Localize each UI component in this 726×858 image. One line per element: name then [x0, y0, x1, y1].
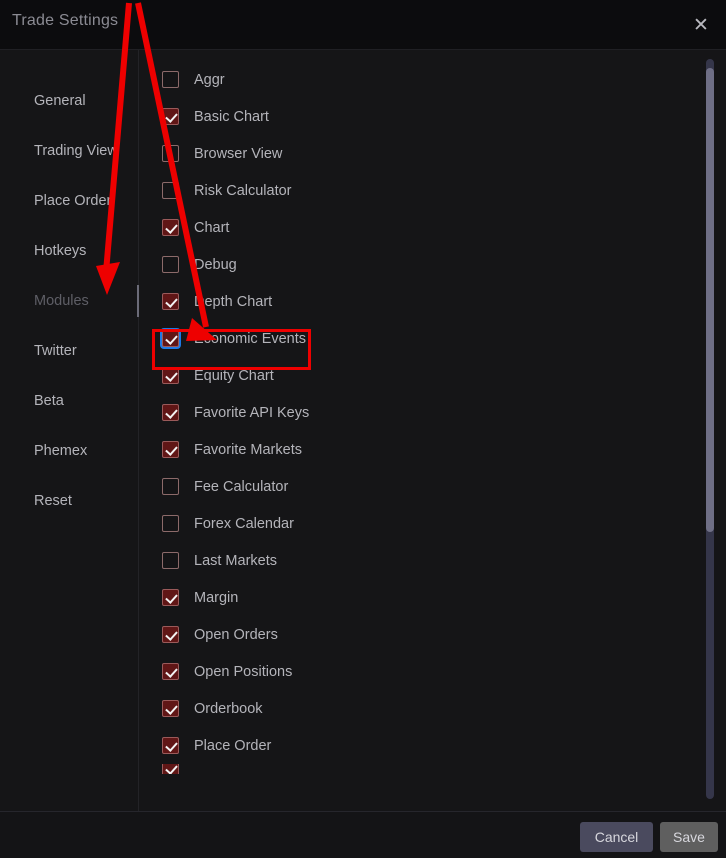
sidebar-item-beta[interactable]: Beta: [0, 376, 138, 426]
sidebar-item-label: Reset: [34, 493, 72, 509]
cancel-button[interactable]: Cancel: [580, 822, 653, 852]
module-label: Favorite Markets: [194, 441, 302, 458]
module-row[interactable]: Aggr: [140, 61, 700, 98]
module-row[interactable]: Economic Events: [140, 320, 700, 357]
module-row[interactable]: Place Order: [140, 727, 700, 764]
module-row[interactable]: Last Markets: [140, 542, 700, 579]
module-label: Place Order: [194, 737, 272, 754]
module-row-partial[interactable]: [140, 764, 700, 774]
module-row[interactable]: Depth Chart: [140, 283, 700, 320]
dialog-footer: Cancel Save: [0, 811, 726, 858]
sidebar-item-label: Hotkeys: [34, 243, 87, 259]
module-checkbox[interactable]: [162, 663, 179, 680]
module-label: Equity Chart: [194, 367, 274, 384]
module-checkbox[interactable]: [162, 71, 179, 88]
sidebar-item-phemex[interactable]: Phemex: [0, 426, 138, 476]
module-checkbox[interactable]: [162, 441, 179, 458]
module-row[interactable]: Open Orders: [140, 616, 700, 653]
dialog-header: Trade Settings ✕: [0, 0, 726, 50]
sidebar-item-modules[interactable]: Modules: [0, 276, 139, 326]
save-button[interactable]: Save: [660, 822, 718, 852]
module-row[interactable]: Favorite API Keys: [140, 394, 700, 431]
module-row[interactable]: Forex Calendar: [140, 505, 700, 542]
module-label: Open Positions: [194, 663, 293, 680]
modules-scrollbar-thumb[interactable]: [706, 68, 714, 532]
trade-settings-dialog: Trade Settings ✕ General Trading View Pl…: [0, 0, 726, 858]
module-checkbox[interactable]: [162, 515, 179, 532]
sidebar-item-hotkeys[interactable]: Hotkeys: [0, 226, 138, 276]
module-checkbox[interactable]: [162, 764, 179, 774]
sidebar-item-twitter[interactable]: Twitter: [0, 326, 138, 376]
module-label: Risk Calculator: [194, 182, 292, 199]
dialog-body: General Trading View Place Order Hotkeys…: [0, 50, 726, 811]
sidebar-item-place-order[interactable]: Place Order: [0, 176, 138, 226]
module-label: Depth Chart: [194, 293, 273, 310]
sidebar-item-label: Phemex: [34, 443, 88, 459]
module-label: Forex Calendar: [194, 515, 294, 532]
module-checkbox[interactable]: [162, 293, 179, 310]
module-checkbox[interactable]: [162, 330, 179, 347]
module-label: Debug: [194, 256, 237, 273]
module-row[interactable]: Chart: [140, 209, 700, 246]
module-checkbox[interactable]: [162, 367, 179, 384]
module-checkbox[interactable]: [162, 108, 179, 125]
settings-sidebar: General Trading View Place Order Hotkeys…: [0, 50, 139, 811]
sidebar-item-label: Place Order: [34, 193, 112, 209]
sidebar-item-label: General: [34, 93, 86, 109]
module-row[interactable]: Equity Chart: [140, 357, 700, 394]
module-label: Favorite API Keys: [194, 404, 310, 421]
sidebar-item-label: Trading View: [34, 143, 118, 159]
module-checkbox[interactable]: [162, 219, 179, 236]
module-label: Fee Calculator: [194, 478, 289, 495]
module-label: Open Orders: [194, 626, 278, 643]
sidebar-item-label: Modules: [34, 293, 89, 309]
sidebar-item-trading-view[interactable]: Trading View: [0, 126, 138, 176]
modules-scrollbar-track[interactable]: [706, 59, 714, 799]
module-checkbox[interactable]: [162, 256, 179, 273]
module-label: Orderbook: [194, 700, 263, 717]
module-checkbox[interactable]: [162, 145, 179, 162]
module-row[interactable]: Basic Chart: [140, 98, 700, 135]
module-row[interactable]: Favorite Markets: [140, 431, 700, 468]
module-checkbox[interactable]: [162, 589, 179, 606]
module-label: Chart: [194, 219, 230, 236]
module-checkbox[interactable]: [162, 552, 179, 569]
module-label: Aggr: [194, 71, 225, 88]
close-icon[interactable]: ✕: [684, 8, 718, 42]
module-label: Last Markets: [194, 552, 277, 569]
module-row[interactable]: Open Positions: [140, 653, 700, 690]
modules-panel: Aggr Basic Chart Browser View Risk Calculat…: [140, 50, 726, 811]
module-checkbox[interactable]: [162, 478, 179, 495]
module-row[interactable]: Browser View: [140, 135, 700, 172]
module-checkbox[interactable]: [162, 404, 179, 421]
sidebar-item-label: Twitter: [34, 343, 77, 359]
module-row[interactable]: Debug: [140, 246, 700, 283]
dialog-title: Trade Settings: [12, 12, 119, 29]
module-label: Margin: [194, 589, 239, 606]
sidebar-item-general[interactable]: General: [0, 76, 138, 126]
module-row[interactable]: Margin: [140, 579, 700, 616]
module-checkbox[interactable]: [162, 626, 179, 643]
module-label: Basic Chart: [194, 108, 269, 125]
module-row[interactable]: Fee Calculator: [140, 468, 700, 505]
module-checkbox[interactable]: [162, 182, 179, 199]
module-checkbox[interactable]: [162, 737, 179, 754]
module-row[interactable]: Risk Calculator: [140, 172, 700, 209]
module-row[interactable]: Orderbook: [140, 690, 700, 727]
sidebar-item-reset[interactable]: Reset: [0, 476, 138, 526]
module-checkbox[interactable]: [162, 700, 179, 717]
modules-list: Aggr Basic Chart Browser View Risk Calculat…: [140, 61, 700, 774]
module-label: Economic Events: [194, 330, 307, 347]
module-label: Browser View: [194, 145, 283, 162]
sidebar-item-label: Beta: [34, 393, 64, 409]
